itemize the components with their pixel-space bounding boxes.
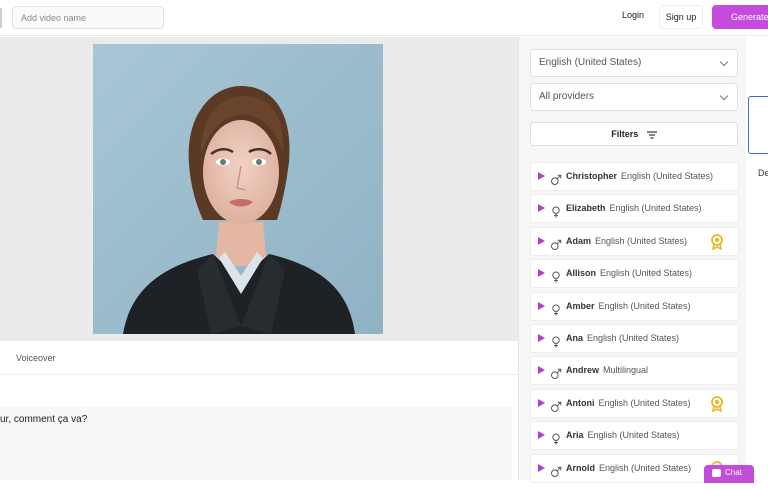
play-icon[interactable] [538,301,545,310]
play-icon[interactable] [538,398,545,407]
female-icon [550,332,562,348]
language-select-value: English (United States) [539,57,642,68]
voice-name: Amber English (United States) [566,293,691,320]
play-icon[interactable] [538,431,545,440]
male-icon [550,397,562,412]
voice-name: Adam English (United States) [566,228,687,255]
voice-item-elizabeth[interactable]: Elizabeth English (United States) [530,194,739,224]
play-icon[interactable] [538,172,545,180]
voice-item-ana[interactable]: Ana English (United States) [530,323,739,353]
voice-name-text: Arnold [566,462,595,473]
voice-name-text: Aria [566,430,584,441]
female-icon [550,267,562,283]
voice-item-andrew[interactable]: Andrew Multilingual [530,356,739,386]
provider-select[interactable]: All providers [530,83,738,111]
play-icon[interactable] [538,366,545,375]
top-bar: Login Sign up Generate [0,0,768,36]
voice-name-text: Ana [566,332,584,343]
script-text[interactable]: ur, comment ça va? [0,414,87,425]
voice-name-text: Elizabeth [566,203,606,214]
play-icon[interactable] [538,204,545,213]
premium-badge-icon [710,233,724,251]
voice-item-christopher[interactable]: Christopher English (United States) [530,162,739,191]
generate-button[interactable]: Generate [712,5,768,29]
voice-item-adam[interactable]: Adam English (United States) [530,226,739,256]
right-side-panel: De [746,37,768,480]
play-icon[interactable] [538,463,545,472]
female-icon [550,429,562,445]
avatar-portrait-icon [93,44,383,334]
filter-icon [646,131,657,139]
voice-name: Allison English (United States) [566,260,692,287]
voice-item-allison[interactable]: Allison English (United States) [530,259,739,289]
login-button[interactable]: Login [622,10,644,20]
voice-language: English (United States) [621,171,714,181]
voice-item-amber[interactable]: Amber English (United States) [530,291,739,321]
left-edge-divider [0,8,2,28]
voice-name: Andrew Multilingual [566,357,648,384]
voice-language: English (United States) [587,332,680,343]
voice-name: Ana English (United States) [566,325,679,352]
voice-name-text: Andrew [566,365,600,376]
voice-name-text: Allison [566,268,597,279]
avatar-image [93,44,383,334]
premium-badge-icon [710,395,724,413]
chat-button[interactable]: Chat [704,465,754,483]
male-icon [550,235,562,250]
voice-name: Aria English (United States) [566,422,680,449]
female-icon [550,300,562,316]
voice-name-text: Amber [566,300,595,311]
filters-label: Filters [611,129,639,139]
female-icon [550,202,562,218]
play-icon[interactable] [538,236,545,245]
male-icon [550,364,562,380]
provider-select-value: All providers [539,91,595,102]
tab-voiceover[interactable]: Voiceover [16,353,56,363]
right-panel-label: De [758,168,768,178]
video-name-input[interactable] [12,6,164,29]
voice-language: English (United States) [595,235,688,246]
voice-item-aria[interactable]: Aria English (United States) [530,421,739,451]
voice-list: Christopher English (United States) Elizab… [530,162,739,486]
voice-language: English (United States) [599,462,692,473]
chat-label: Chat [725,468,742,477]
play-icon[interactable] [538,269,545,278]
voice-panel: English (United States) All providers Fi… [519,37,746,483]
male-icon [550,462,562,477]
voice-language: Multilingual [603,365,649,376]
voice-name-text: Antoni [566,397,595,408]
filters-button[interactable]: Filters [530,122,738,146]
signup-button[interactable]: Sign up [659,5,703,29]
editor-tabs: Voiceover [0,341,518,375]
play-icon[interactable] [538,333,545,342]
voice-name: Arnold English (United States) [566,455,691,482]
male-icon [550,170,562,185]
voice-name: Christopher English (United States) [566,163,713,190]
chevron-down-icon [719,91,729,101]
voice-language: English (United States) [587,430,680,441]
voice-name: Antoni English (United States) [566,390,691,417]
voice-name-text: Adam [566,235,592,246]
voice-item-antoni[interactable]: Antoni English (United States) [530,388,739,418]
script-editor[interactable]: ur, comment ça va? [0,407,512,480]
voice-name-text: Christopher [566,171,618,181]
voice-language: English (United States) [609,203,702,214]
voice-language: English (United States) [598,300,691,311]
voice-language: English (United States) [598,397,691,408]
language-select[interactable]: English (United States) [530,49,738,77]
chevron-down-icon [719,57,729,67]
voice-name: Elizabeth English (United States) [566,195,702,222]
avatar-preview [0,37,518,341]
chat-icon [712,469,721,477]
selected-option-card[interactable] [748,96,768,154]
voice-language: English (United States) [600,268,693,279]
